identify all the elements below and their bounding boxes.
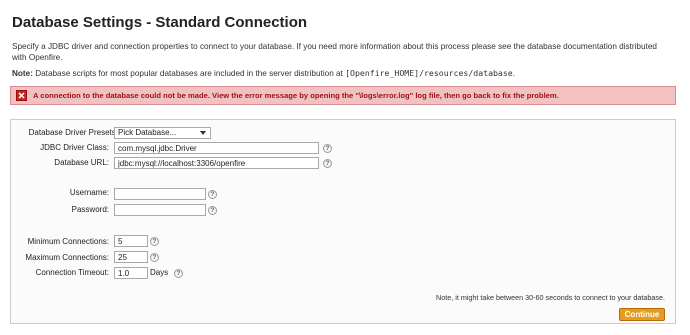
connection-footnote: Note, it might take between 30-60 second… <box>436 293 665 302</box>
presets-select[interactable]: Pick Database... <box>114 127 211 139</box>
password-label: Password: <box>71 205 109 214</box>
timeout-unit: Days <box>150 268 169 277</box>
continue-button[interactable]: Continue <box>619 308 665 321</box>
min-connections-label: Minimum Connections: <box>27 237 109 246</box>
note-end: . <box>512 69 516 78</box>
page-title: Database Settings - Standard Connection <box>12 14 308 31</box>
timeout-input[interactable] <box>114 267 148 279</box>
driver-class-input[interactable] <box>114 142 319 154</box>
connection-form: Database Driver Presets: Pick Database..… <box>10 119 676 324</box>
driver-class-label: JDBC Driver Class: <box>40 143 109 152</box>
password-input[interactable] <box>114 204 206 216</box>
error-x-icon <box>16 90 27 101</box>
timeout-label: Connection Timeout: <box>35 268 109 277</box>
help-icon[interactable]: ? <box>323 144 332 153</box>
db-url-label: Database URL: <box>54 158 109 167</box>
max-connections-input[interactable] <box>114 251 148 263</box>
presets-label: Database Driver Presets: <box>28 128 118 137</box>
note-path: [Openfire_HOME]/resources/database <box>345 68 513 78</box>
db-url-input[interactable] <box>114 157 319 169</box>
chevron-down-icon <box>200 131 206 135</box>
help-icon[interactable]: ? <box>174 269 183 278</box>
help-icon[interactable]: ? <box>323 159 332 168</box>
intro-text: Specify a JDBC driver and connection pro… <box>12 42 657 62</box>
note-text: Note: Database scripts for most popular … <box>12 68 672 79</box>
note-label: Note: <box>12 69 33 78</box>
error-message: A connection to the database could not b… <box>33 91 559 100</box>
min-connections-input[interactable] <box>114 235 148 247</box>
username-input[interactable] <box>114 188 206 200</box>
presets-selected: Pick Database... <box>118 128 177 137</box>
help-icon[interactable]: ? <box>150 253 159 262</box>
help-icon[interactable]: ? <box>150 237 159 246</box>
help-icon[interactable]: ? <box>208 206 217 215</box>
note-body: Database scripts for most popular databa… <box>32 69 346 78</box>
help-icon[interactable]: ? <box>208 190 217 199</box>
username-label: Username: <box>69 188 109 197</box>
error-banner: A connection to the database could not b… <box>10 86 676 105</box>
max-connections-label: Maximum Connections: <box>25 253 109 262</box>
